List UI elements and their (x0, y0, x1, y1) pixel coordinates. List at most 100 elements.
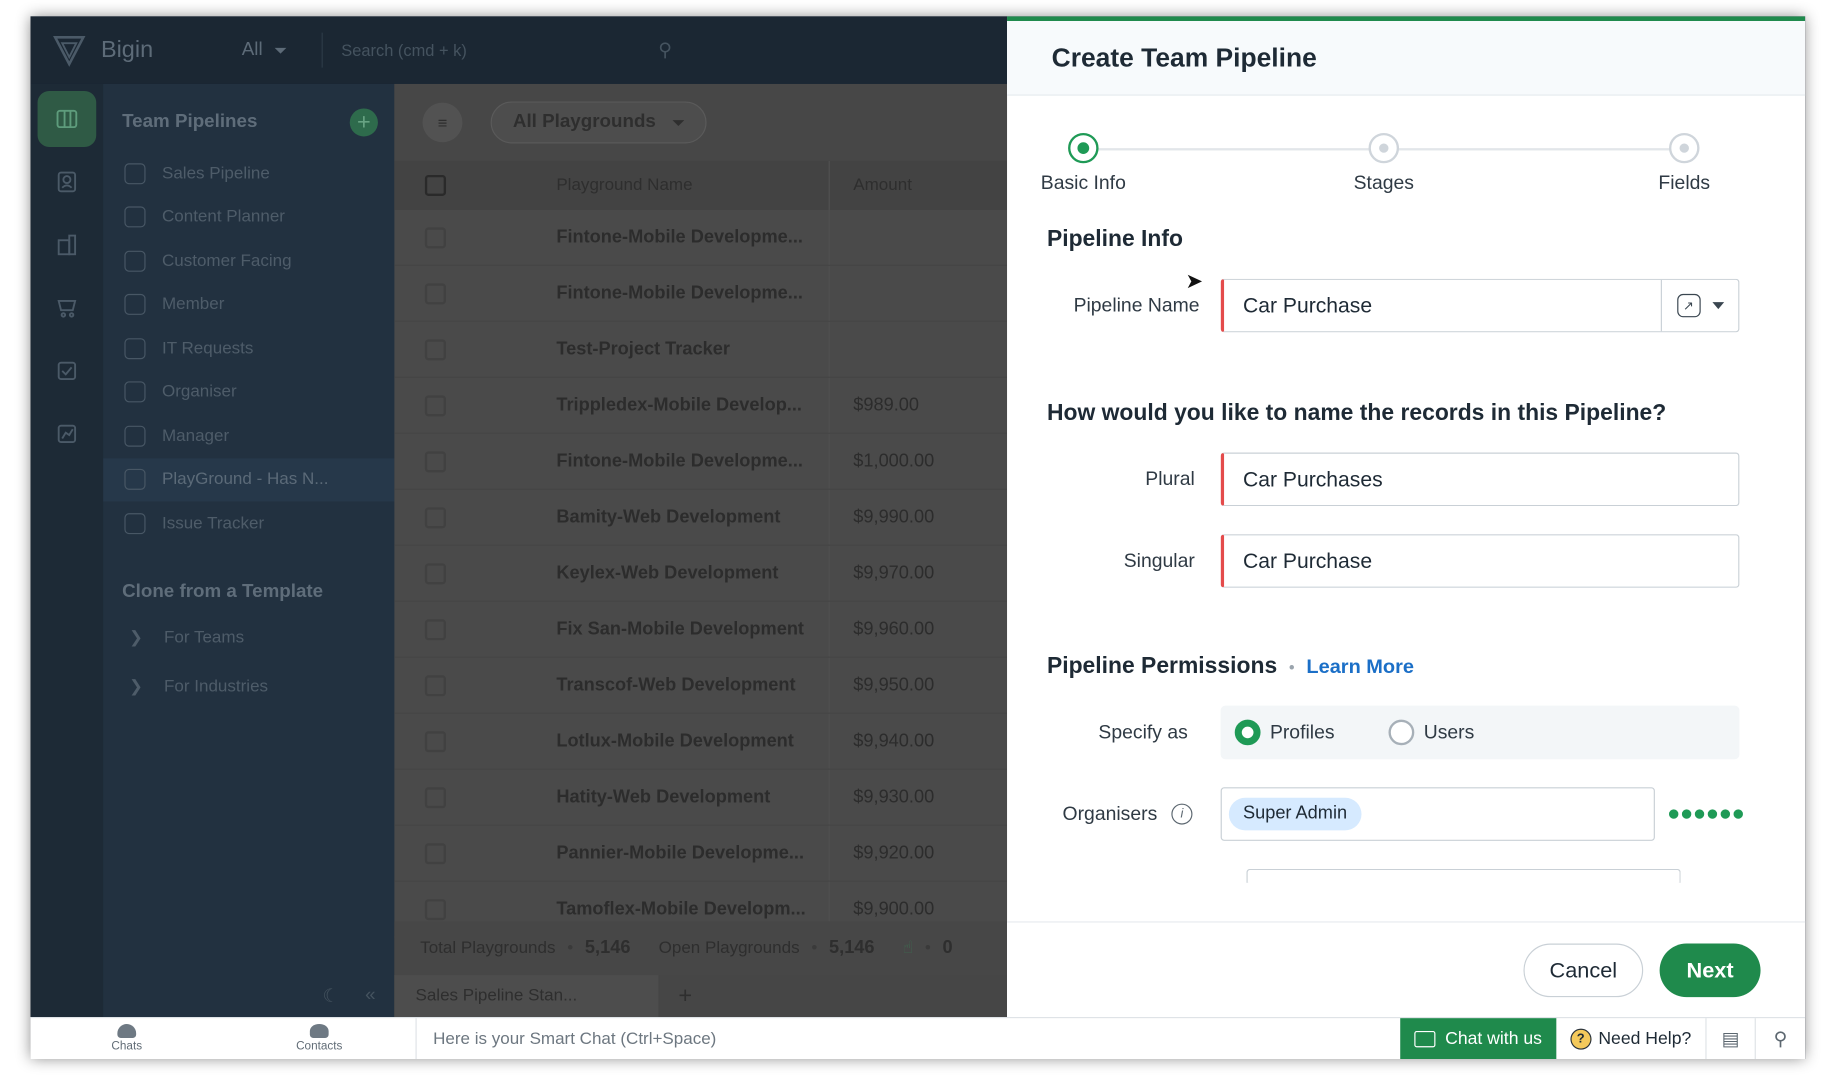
dark-mode-icon[interactable]: ☾ (322, 984, 339, 1007)
row-checkbox[interactable] (424, 786, 447, 808)
chats-tab[interactable]: Chats (31, 1018, 223, 1059)
table-row[interactable]: Pannier-Mobile Developme... $9,920.00 (394, 825, 1008, 882)
row-name[interactable]: Fix San-Mobile Development (556, 619, 828, 640)
pipeline-icon-picker[interactable]: ↗ (1660, 279, 1738, 332)
table-row[interactable]: Trippledex-Mobile Develop... $989.00 (394, 377, 1008, 434)
playgrounds-list: ≡ All Playgrounds Playground Name Amount… (394, 83, 1008, 1018)
rail-contacts[interactable] (38, 154, 97, 210)
step-fields[interactable]: Fields (1620, 132, 1749, 195)
row-name[interactable]: Trippledex-Mobile Develop... (556, 395, 828, 416)
radio-selected-icon (1234, 719, 1261, 746)
table-row[interactable]: Fintone-Mobile Developme... (394, 265, 1008, 322)
plural-input[interactable]: Car Purchases (1220, 452, 1740, 507)
row-checkbox[interactable] (424, 898, 447, 920)
next-button[interactable]: Next (1659, 942, 1761, 997)
search-icon[interactable]: ⚲ (1756, 1018, 1805, 1059)
sidebar-item-organiser[interactable]: Organiser (103, 370, 394, 414)
sidebar-item-it-requests[interactable]: IT Requests (103, 327, 394, 371)
table-row[interactable]: Fix San-Mobile Development $9,960.00 (394, 601, 1008, 658)
row-name[interactable]: Hatity-Web Development (556, 787, 828, 808)
step-stages[interactable]: Stages (1319, 132, 1448, 195)
row-checkbox[interactable] (424, 226, 447, 248)
table-row[interactable]: Transcof-Web Development $9,950.00 (394, 657, 1008, 714)
sidebar-item-customer-facing[interactable]: Customer Facing (103, 239, 394, 283)
row-name[interactable]: Transcof-Web Development (556, 675, 828, 696)
step-label: Stages (1353, 172, 1414, 194)
row-checkbox[interactable] (424, 450, 447, 472)
row-name[interactable]: Lotlux-Mobile Development (556, 731, 828, 752)
chat-with-us-label: Chat with us (1445, 1028, 1542, 1049)
row-checkbox[interactable] (424, 618, 447, 640)
table-row[interactable]: Fintone-Mobile Developme... $1,000.00 (394, 433, 1008, 490)
row-checkbox[interactable] (424, 842, 447, 864)
view-select-dropdown[interactable]: All Playgrounds (490, 101, 707, 144)
sidebar-item-manager[interactable]: Manager (103, 414, 394, 458)
singular-input[interactable]: Car Purchase (1220, 534, 1740, 588)
cancel-button[interactable]: Cancel (1523, 942, 1644, 997)
module-filter-dropdown[interactable]: All (242, 40, 287, 61)
row-checkbox[interactable] (424, 506, 447, 528)
organiser-chip[interactable]: Super Admin (1228, 797, 1362, 831)
row-checkbox[interactable] (424, 674, 447, 696)
filter-icon[interactable]: ≡ (422, 102, 463, 143)
need-help-button[interactable]: ? Need Help? (1556, 1017, 1707, 1060)
row-checkbox[interactable] (424, 282, 447, 304)
radio-profiles[interactable]: Profiles (1234, 719, 1335, 746)
sidebar-item-content-planner[interactable]: Content Planner (103, 195, 394, 239)
sidebar-item-issue-tracker[interactable]: Issue Tracker (103, 502, 394, 546)
row-name[interactable]: Keylex-Web Development (556, 563, 828, 584)
sidebar-item-sales-pipeline[interactable]: Sales Pipeline (103, 152, 394, 196)
row-name[interactable]: Fintone-Mobile Developme... (556, 227, 828, 248)
sidebar-item-member[interactable]: Member (103, 283, 394, 327)
sidebar-item-playground[interactable]: PlayGround - Has N... (103, 457, 395, 502)
row-amount: $9,920.00 (828, 825, 934, 881)
organisers-input[interactable]: Super Admin (1220, 787, 1655, 841)
app-name: Bigin (100, 36, 154, 63)
row-checkbox[interactable] (424, 338, 447, 360)
members-input-partial[interactable] (1246, 868, 1681, 883)
row-name[interactable]: Tamoflex-Mobile Developm... (556, 899, 828, 920)
column-header-name[interactable]: Playground Name (556, 176, 828, 195)
notes-icon[interactable]: ▤ (1707, 1017, 1756, 1060)
table-row[interactable]: Keylex-Web Development $9,970.00 (394, 545, 1008, 602)
tab-sales-pipeline[interactable]: Sales Pipeline Stan... (394, 975, 660, 1018)
pipeline-name-input[interactable]: Car Purchase ↗ (1220, 278, 1740, 333)
template-for-industries[interactable]: ❯ For Industries (103, 662, 394, 711)
rail-products[interactable] (38, 280, 97, 336)
learn-more-link[interactable]: Learn More (1306, 655, 1414, 678)
step-basic-info[interactable]: Basic Info (1019, 132, 1148, 195)
row-checkbox[interactable] (424, 394, 447, 416)
chat-with-us-button[interactable]: Chat with us (1400, 1017, 1557, 1060)
search-icon[interactable]: ⚲ (658, 38, 672, 61)
row-name[interactable]: Fintone-Mobile Developme... (556, 451, 828, 472)
template-for-teams[interactable]: ❯ For Teams (103, 613, 394, 662)
row-checkbox[interactable] (424, 730, 447, 752)
bigin-logo[interactable] (52, 33, 87, 68)
add-tab-button[interactable]: + (678, 983, 692, 1010)
rail-reports[interactable] (38, 406, 97, 462)
row-name[interactable]: Pannier-Mobile Developme... (556, 843, 828, 864)
column-header-amount[interactable]: Amount (828, 160, 912, 210)
rail-pipelines[interactable] (37, 90, 97, 147)
collapse-sidebar-icon[interactable]: « (365, 986, 375, 1007)
smart-chat-input[interactable]: Here is your Smart Chat (Ctrl+Space) (415, 1017, 1400, 1060)
row-name[interactable]: Bamity-Web Development (556, 507, 828, 528)
table-row[interactable]: Hatity-Web Development $9,930.00 (394, 769, 1008, 826)
row-name[interactable]: Fintone-Mobile Developme... (556, 283, 828, 304)
global-search-input[interactable]: Search (cmd + k) (341, 41, 658, 60)
table-row[interactable]: Lotlux-Mobile Development $9,940.00 (394, 713, 1008, 770)
table-row[interactable]: Test-Project Tracker (394, 321, 1008, 378)
contacts-tab[interactable]: Contacts (223, 1018, 415, 1059)
row-name[interactable]: Test-Project Tracker (556, 339, 828, 360)
row-checkbox[interactable] (424, 562, 447, 584)
chevron-right-icon: ❯ (129, 627, 143, 647)
select-all-checkbox[interactable] (424, 174, 447, 196)
info-icon[interactable]: i (1171, 803, 1193, 825)
table-row[interactable]: Bamity-Web Development $9,990.00 (394, 489, 1008, 546)
table-header: Playground Name Amount (394, 160, 1008, 210)
add-pipeline-button[interactable]: + (349, 108, 378, 137)
table-row[interactable]: Fintone-Mobile Developme... (394, 209, 1008, 266)
rail-companies[interactable] (38, 217, 97, 273)
rail-tasks[interactable] (38, 343, 97, 399)
radio-users[interactable]: Users (1388, 719, 1474, 746)
